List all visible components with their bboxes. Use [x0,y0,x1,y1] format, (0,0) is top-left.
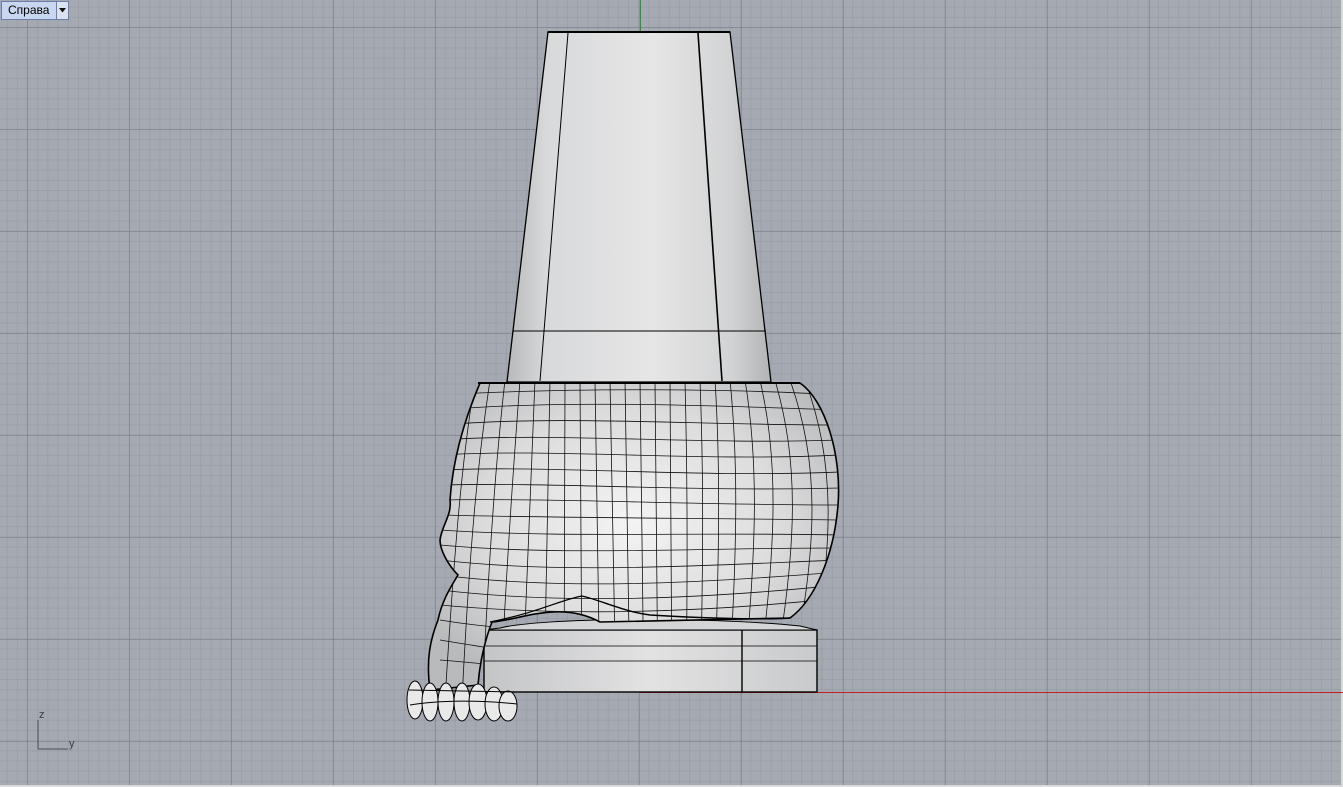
axis-label-vertical: z [39,709,45,721]
model-render[interactable] [0,0,1343,787]
viewport-title-tab[interactable]: Справа [1,1,70,20]
base-plate[interactable] [483,618,818,693]
viewport-title[interactable]: Справа [2,2,56,19]
right-viewport[interactable]: Справа z y [0,0,1343,787]
cone-shade[interactable] [506,31,772,383]
axis-label-horizontal: y [69,738,75,750]
triangle-down-icon[interactable] [56,2,69,19]
axes-widget: z y [30,708,90,758]
